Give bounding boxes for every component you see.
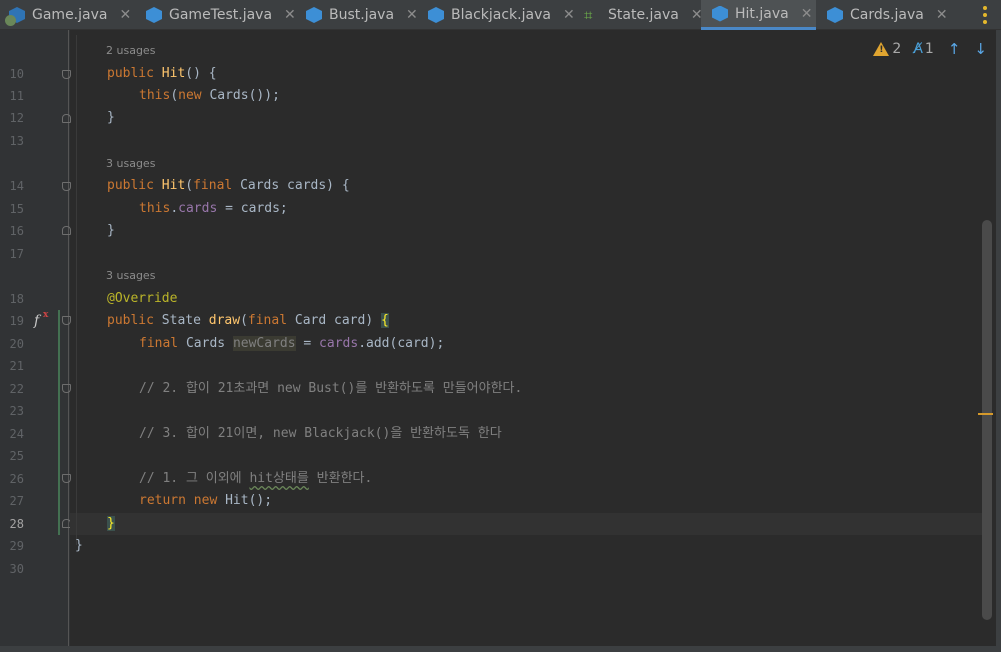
code-line-14: public Hit(final Cards cards) { [107, 178, 350, 193]
java-class-icon [145, 6, 163, 24]
warning-count[interactable]: 2 [892, 41, 901, 57]
tab-label: GameTest.java [169, 7, 273, 23]
code-line-15: this.cards = cards; [139, 201, 288, 216]
code-line-11: this(new Cards()); [139, 88, 280, 103]
line-number: 29 [9, 539, 24, 553]
code-line-27: return new Hit(); [139, 493, 273, 508]
line-number: 17 [9, 247, 24, 261]
java-class-run-icon [5, 6, 26, 26]
gutter-separator [68, 30, 69, 652]
java-interface-icon: ⌗ [584, 6, 593, 24]
right-tool-strip [996, 30, 1001, 652]
line-number: 22 [9, 382, 24, 396]
line-number: 13 [9, 134, 24, 148]
bottom-strip [0, 646, 1001, 652]
tab-state-java[interactable]: ⌗ State.java ✕ [584, 0, 703, 30]
code-line-12: } [107, 110, 115, 125]
recursive-call-icon[interactable]: fx [34, 310, 48, 329]
typo-count[interactable]: 1 [925, 41, 934, 57]
line-number: 19 [9, 314, 24, 328]
java-class-icon [711, 5, 729, 23]
line-number: 26 [9, 472, 24, 486]
line-number: 25 [9, 449, 24, 463]
indent-guide [76, 35, 77, 545]
code-line-20: final Cards newCards = cards.add(card); [139, 336, 445, 351]
tab-label: Game.java [32, 7, 108, 23]
line-number: 30 [9, 562, 24, 576]
tab-hit-java[interactable]: Hit.java ✕ [701, 0, 816, 30]
usages-hint[interactable]: 3 usages [106, 269, 155, 282]
tab-label: Blackjack.java [451, 7, 551, 23]
close-icon[interactable]: ✕ [284, 7, 296, 23]
line-number: 27 [9, 494, 24, 508]
code-line-16: } [107, 223, 115, 238]
tab-cards-java[interactable]: Cards.java ✕ [826, 0, 951, 30]
tab-game-java[interactable]: Game.java ✕ [5, 0, 136, 30]
tab-label: Bust.java [329, 7, 395, 23]
close-icon[interactable]: ✕ [936, 7, 948, 23]
line-number: 24 [9, 427, 24, 441]
vertical-scrollbar[interactable] [982, 220, 992, 620]
line-number: 14 [9, 179, 24, 193]
more-tabs-icon[interactable] [983, 6, 987, 24]
line-number: 16 [9, 224, 24, 238]
java-class-icon [305, 6, 323, 24]
line-number: 23 [9, 404, 24, 418]
code-line-29: } [75, 538, 83, 553]
editor-tab-bar: Game.java ✕ GameTest.java ✕ Bust.java ✕ … [0, 0, 1001, 30]
next-highlight-arrow-icon[interactable]: ↓ [974, 40, 987, 58]
vcs-change-marker[interactable] [58, 310, 60, 535]
previous-highlight-arrow-icon[interactable]: ↑ [948, 40, 961, 58]
code-line-10: public Hit() { [107, 66, 217, 81]
usages-hint[interactable]: 2 usages [106, 44, 155, 57]
line-number: 15 [9, 202, 24, 216]
code-editor[interactable]: 2 usages public Hit() { this(new Cards()… [70, 30, 992, 652]
line-number: 12 [9, 111, 24, 125]
close-icon[interactable]: ✕ [801, 6, 813, 22]
line-number: 11 [9, 89, 24, 103]
tab-bust-java[interactable]: Bust.java ✕ [305, 0, 418, 30]
warning-icon[interactable]: ! [873, 42, 890, 56]
code-line-24: // 3. 합이 21이면, new Blackjack()을 반환하도독 한다 [139, 426, 502, 441]
java-class-icon [826, 6, 844, 24]
line-number: 20 [9, 337, 24, 351]
line-number: 18 [9, 292, 24, 306]
code-line-28: } [107, 516, 115, 531]
code-line-22: // 2. 합이 21초과면 new Bust()를 반환하도록 만들어야한다. [139, 381, 523, 396]
error-stripe-marker[interactable] [978, 413, 993, 415]
java-class-icon [427, 6, 445, 24]
tab-gametest-java[interactable]: GameTest.java ✕ [145, 0, 296, 30]
close-icon[interactable]: ✕ [119, 7, 131, 23]
tab-label: State.java [608, 7, 679, 23]
code-line-26: // 1. 그 이외에 hit상태를 반환한다. [139, 471, 373, 486]
code-line-18: @Override [107, 291, 178, 306]
line-number: 10 [9, 67, 24, 81]
current-line-highlight [70, 513, 992, 535]
typo-icon[interactable]: A̸ [913, 41, 923, 57]
usages-hint[interactable]: 3 usages [106, 157, 155, 170]
tab-blackjack-java[interactable]: Blackjack.java ✕ [427, 0, 575, 30]
line-number: 21 [9, 359, 24, 373]
inspection-widget[interactable]: ! 2 A̸ 1 ↑ ↓ [873, 38, 987, 60]
code-line-19: public State draw(final Card card) { [107, 313, 389, 328]
tab-label: Hit.java [735, 5, 789, 22]
close-icon[interactable]: ✕ [406, 7, 418, 23]
tab-label: Cards.java [850, 7, 924, 23]
close-icon[interactable]: ✕ [563, 7, 575, 23]
line-number-current: 28 [9, 517, 24, 531]
